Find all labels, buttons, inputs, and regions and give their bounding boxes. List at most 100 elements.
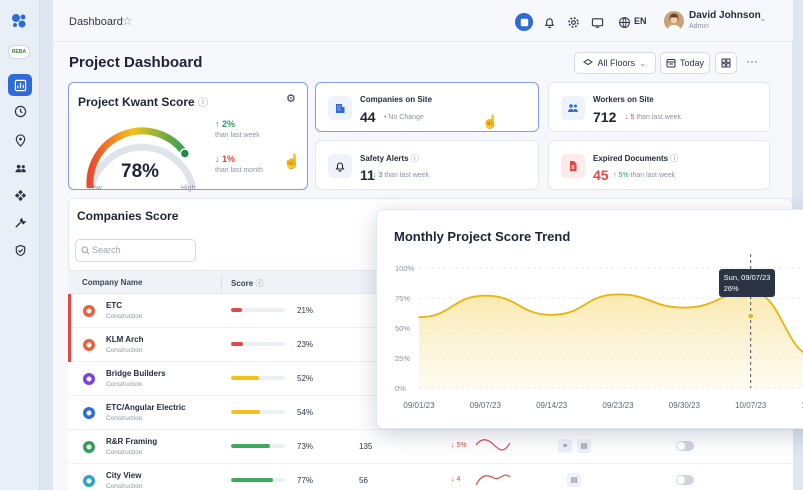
- company-type: Construction: [106, 381, 143, 388]
- kwant-score-title: Project Kwant Score ⓘ: [78, 95, 209, 109]
- score-bar-fill: [231, 410, 261, 414]
- chevron-down-icon: ⌄: [638, 57, 647, 68]
- icon-rail: REBA: [0, 0, 40, 490]
- settings-button[interactable]: [564, 13, 582, 31]
- company-name[interactable]: Bridge Builders: [106, 369, 166, 378]
- users-icon: [14, 164, 26, 172]
- user-role: Admin: [689, 23, 709, 30]
- more-options-icon[interactable]: ···: [746, 54, 758, 68]
- rail-tools[interactable]: [8, 211, 32, 233]
- tools-icon: [14, 217, 27, 228]
- chevron-down-icon[interactable]: ⌄: [759, 13, 767, 24]
- col-score[interactable]: Score ⓘ: [231, 278, 263, 289]
- calendar-icon: [666, 59, 676, 68]
- weekly-trend-label: than last week: [215, 132, 260, 139]
- company-logo-icon: [81, 405, 97, 421]
- workers-delta: ↓ 5 than last week: [625, 114, 682, 121]
- safety-delta: ↓ 3 than last week: [373, 172, 430, 179]
- gauge-high-label: High: [181, 185, 196, 192]
- chat-button[interactable]: [515, 13, 533, 31]
- companies-on-site-card[interactable]: Companies on Site 44 • No Change ☝: [315, 82, 539, 132]
- clock-icon: [14, 105, 26, 117]
- company-name[interactable]: ETC/Angular Electric: [106, 403, 186, 412]
- safety-alerts-card[interactable]: Safety Alerts ⓘ 11 ↓ 3 than last week: [315, 140, 539, 190]
- modules-icon: [14, 189, 26, 201]
- company-logo-icon: [81, 337, 97, 353]
- search-input[interactable]: Search: [75, 239, 196, 262]
- workers-on-site-card[interactable]: Workers on Site 712 ↓ 5 than last week: [548, 82, 770, 132]
- score-value: 77%: [297, 476, 314, 485]
- rail-users[interactable]: [8, 157, 32, 179]
- worker-count: 135: [359, 442, 373, 451]
- breadcrumb[interactable]: Dashboard: [69, 16, 123, 28]
- info-icon[interactable]: ⓘ: [198, 98, 208, 109]
- workspace-badge[interactable]: REBA: [8, 45, 30, 59]
- info-icon: ⓘ: [255, 279, 264, 288]
- expired-value: 45: [593, 167, 609, 183]
- language-selector[interactable]: EN: [634, 16, 647, 26]
- row-toggle[interactable]: [676, 475, 694, 485]
- monthly-trend-popup: Monthly Project Score Trend 100% 75% 50% 25…: [376, 209, 803, 429]
- score-bar-fill: [231, 308, 243, 312]
- score-value: 23%: [297, 340, 314, 349]
- page-title: Project Dashboard: [69, 54, 203, 71]
- gauge-marker: [179, 148, 191, 159]
- data-point: [550, 314, 553, 316]
- favorite-star-icon[interactable]: ☆: [122, 14, 133, 28]
- floor-filter-dropdown[interactable]: All Floors ⌄: [574, 52, 656, 74]
- company-type: Construction: [106, 483, 143, 490]
- table-row[interactable]: City View Construction 77% 56 ↓ 4 ▤: [68, 464, 793, 490]
- info-icon: ⓘ: [410, 154, 419, 163]
- companies-title: Companies on Site: [360, 95, 433, 104]
- report-action-icon[interactable]: ▤: [577, 439, 591, 453]
- score-value: 21%: [297, 306, 314, 315]
- company-name[interactable]: KLM Arch: [106, 335, 143, 344]
- rail-location[interactable]: [8, 129, 32, 151]
- trend-sparkline: [476, 439, 511, 451]
- expired-documents-card[interactable]: Expired Documents ⓘ 45 ↑ 5% than last we…: [548, 140, 770, 190]
- trend-chart[interactable]: 100% 75% 50% 25% 0% 09/01/23 09/07/23 09/14/23 0…: [377, 210, 803, 430]
- gear-icon[interactable]: ⚙: [286, 92, 296, 105]
- table-row[interactable]: R&R Framing Construction 73% 135 ↓ 5% ≡ ▤: [68, 430, 793, 464]
- data-point: [418, 316, 420, 318]
- date-filter-button[interactable]: Today: [660, 52, 710, 74]
- layout-toggle-button[interactable]: [715, 52, 737, 74]
- score-bar: [231, 410, 285, 414]
- data-point: [683, 306, 686, 309]
- user-avatar[interactable]: [664, 11, 684, 31]
- x-tick-label: 09/30/23: [669, 401, 701, 410]
- filter-action-icon[interactable]: ≡: [558, 439, 572, 453]
- safety-title: Safety Alerts ⓘ: [360, 154, 419, 163]
- gear-icon: [567, 16, 579, 28]
- company-name[interactable]: City View: [106, 471, 141, 480]
- col-company-name[interactable]: Company Name: [82, 278, 142, 287]
- report-action-icon[interactable]: ▤: [567, 473, 581, 487]
- rail-history[interactable]: [8, 100, 32, 122]
- rail-security[interactable]: [8, 239, 32, 261]
- monthly-trend: ↓ 1%: [215, 154, 236, 164]
- score-bar-fill: [231, 342, 244, 346]
- company-logo-icon: [81, 473, 97, 489]
- y-tick-label: 75%: [395, 294, 410, 303]
- low-score-flag: [68, 294, 71, 328]
- row-toggle[interactable]: [676, 441, 694, 451]
- tooltip-date: Sun, 09/07/23: [723, 273, 771, 282]
- display-button[interactable]: [588, 13, 606, 31]
- language-globe-button[interactable]: [615, 13, 633, 31]
- pointer-cursor-icon: ☝: [482, 114, 499, 129]
- notifications-button[interactable]: [540, 13, 558, 31]
- user-name[interactable]: David Johnson: [689, 10, 761, 21]
- search-icon: [81, 246, 90, 255]
- location-icon: [15, 133, 25, 147]
- bell-icon: [544, 17, 554, 28]
- rail-dashboard[interactable]: [8, 74, 32, 96]
- chat-icon: [520, 18, 528, 26]
- company-name[interactable]: ETC: [106, 301, 122, 310]
- company-name[interactable]: R&R Framing: [106, 437, 157, 446]
- score-value: 52%: [297, 374, 314, 383]
- x-tick-label: 09/01/23: [403, 401, 435, 410]
- app-logo-icon[interactable]: [10, 12, 28, 30]
- tooltip-value: 26%: [723, 284, 739, 293]
- screen-icon: [591, 17, 603, 28]
- rail-modules[interactable]: [8, 184, 32, 206]
